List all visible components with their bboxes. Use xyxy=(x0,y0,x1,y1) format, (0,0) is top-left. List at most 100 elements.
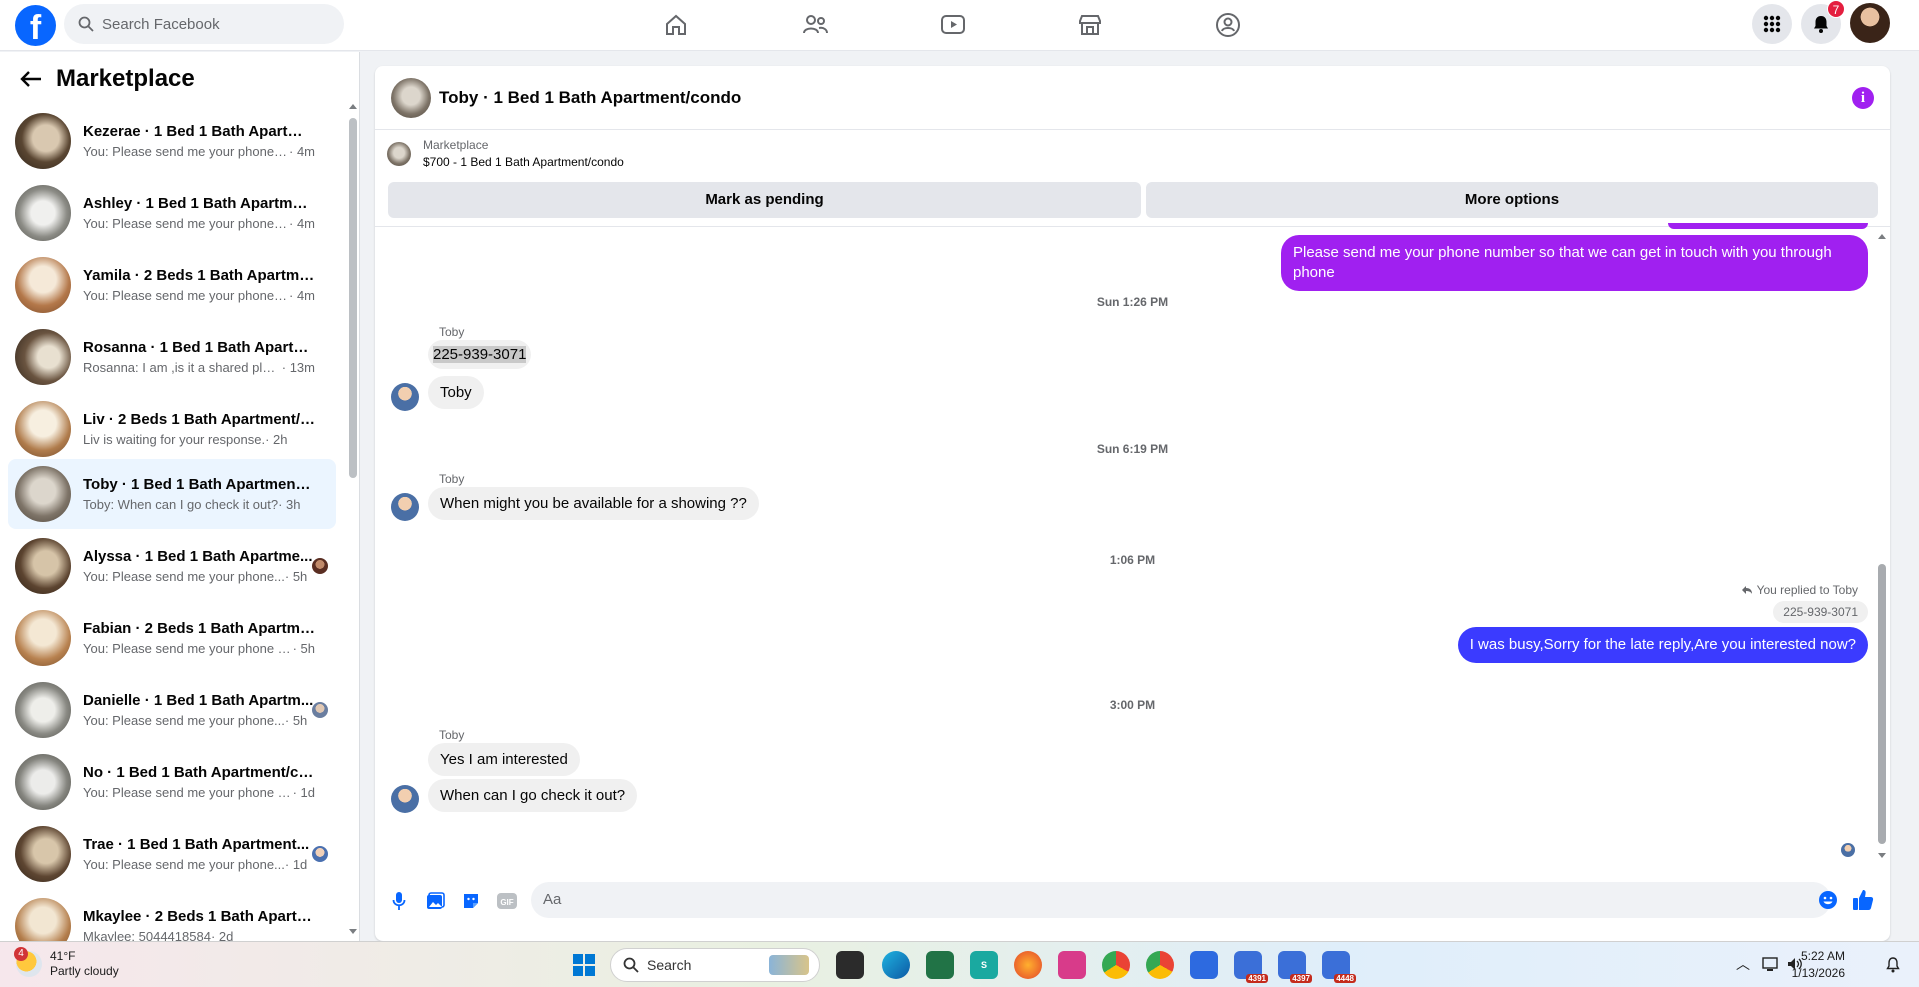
windows-taskbar: 4 41°F Partly cloudy Search S 4391 4397 … xyxy=(0,941,1919,987)
listing-thumbnail xyxy=(15,466,71,522)
seen-avatar xyxy=(312,702,328,718)
sidebar-scrollbar[interactable] xyxy=(349,118,357,478)
friends-icon[interactable] xyxy=(799,9,831,41)
message-bubble-incoming[interactable]: 225-939-3071 xyxy=(428,340,532,369)
message-bubble-incoming[interactable]: When can I go check it out? xyxy=(428,779,638,812)
tray-chevron-icon[interactable]: ︿ xyxy=(1736,954,1750,974)
highlighted-phone-number: 225-939-3071 xyxy=(433,346,527,363)
notifications-button[interactable]: 7 xyxy=(1801,0,1845,44)
like-thumb-icon[interactable] xyxy=(1850,887,1876,913)
facebook-logo[interactable]: f xyxy=(15,5,56,46)
conversation-item-active[interactable]: Toby · 1 Bed 1 Bath Apartment/c... Toby: … xyxy=(8,459,336,529)
emoji-icon[interactable] xyxy=(1817,889,1839,911)
message-bubble-incoming[interactable]: Yes I am interested xyxy=(428,743,580,776)
spreadsheet-app-icon[interactable] xyxy=(926,951,954,979)
seen-avatar xyxy=(312,846,328,862)
svg-text:GIF: GIF xyxy=(500,898,513,907)
video-icon[interactable] xyxy=(937,9,969,41)
conversation-snippet: Mkaylee: 5044418584 xyxy=(83,929,211,941)
app-counter-icon[interactable]: 4397 xyxy=(1278,951,1312,983)
weather-widget[interactable]: 4 41°F Partly cloudy xyxy=(14,947,119,979)
listing-thumbnail xyxy=(15,113,71,169)
chat-listing-thumbnail[interactable] xyxy=(391,77,431,118)
app-shield-icon[interactable] xyxy=(1190,951,1218,979)
gif-icon[interactable]: GIF xyxy=(496,890,518,912)
scroll-down-arrow-icon[interactable] xyxy=(348,928,358,936)
photo-icon[interactable] xyxy=(424,890,446,912)
quoted-message[interactable]: 225-939-3071 xyxy=(1773,601,1868,623)
message-bubble-incoming[interactable]: When might you be available for a showin… xyxy=(428,487,759,520)
conversation-item[interactable]: Mkaylee · 2 Beds 1 Bath Apartm... Mkaylee… xyxy=(8,891,336,941)
message-input[interactable]: Aa xyxy=(531,882,1831,918)
chrome-icon[interactable] xyxy=(1146,951,1174,979)
app-counter-icon[interactable]: 4391 xyxy=(1234,951,1268,983)
chat-scroll-up-icon[interactable] xyxy=(1877,232,1887,240)
chat-scrollbar[interactable] xyxy=(1878,564,1886,844)
sender-avatar[interactable] xyxy=(391,785,419,813)
app-counter-icon[interactable]: 4448 xyxy=(1322,951,1356,983)
home-icon[interactable] xyxy=(660,9,692,41)
notification-center-icon[interactable] xyxy=(1884,956,1902,974)
conversation-time: · 5h xyxy=(284,713,308,728)
sticker-icon[interactable] xyxy=(460,890,482,912)
message-bubble-incoming[interactable]: Toby xyxy=(428,376,484,409)
info-icon[interactable]: i xyxy=(1852,87,1874,109)
system-clock[interactable]: 5:22 AM 1/13/2026 xyxy=(1775,948,1845,982)
conversation-item[interactable]: Yamila · 2 Beds 1 Bath Apartmen... You: P… xyxy=(8,250,336,320)
chat-scroll-down-icon[interactable] xyxy=(1877,852,1887,860)
menu-grid-button[interactable] xyxy=(1752,4,1792,44)
windows-start-icon[interactable] xyxy=(570,951,598,979)
conversation-item[interactable]: Ashley · 1 Bed 1 Bath Apartment... You: P… xyxy=(8,178,336,248)
top-navigation-bar: f Search Facebook 7 xyxy=(0,0,1919,51)
message-bubble-outgoing[interactable]: I was busy,Sorry for the late reply,Are … xyxy=(1457,627,1868,663)
scroll-up-arrow-icon[interactable] xyxy=(348,102,358,110)
conversation-item[interactable]: Fabian · 2 Beds 1 Bath Apartmen... You: P… xyxy=(8,603,336,673)
weather-temperature: 41°F xyxy=(50,949,76,963)
search-highlight-image xyxy=(769,955,809,975)
groups-icon[interactable] xyxy=(1212,9,1244,41)
conversation-item[interactable]: Trae · 1 Bed 1 Bath Apartment... You: Ple… xyxy=(8,819,336,889)
sender-name: Toby xyxy=(439,472,465,486)
listing-thumbnail xyxy=(15,257,71,313)
app-count: 4391 xyxy=(1246,974,1268,983)
conversation-sidebar: Marketplace Kezerae · 1 Bed 1 Bath Apart… xyxy=(0,52,360,941)
conversation-item[interactable]: Kezerae · 1 Bed 1 Bath Apartmen... You: P… xyxy=(8,106,336,176)
conversation-name: Alyssa · 1 Bed 1 Bath Apartme... xyxy=(83,548,313,565)
profile-avatar[interactable] xyxy=(1850,3,1890,43)
chat-title[interactable]: Toby · 1 Bed 1 Bath Apartment/condo xyxy=(439,88,741,108)
app-s-icon[interactable]: S xyxy=(970,951,998,979)
sender-avatar[interactable] xyxy=(391,493,419,521)
listing-label: Marketplace xyxy=(423,138,489,152)
snipping-tool-icon[interactable] xyxy=(1058,951,1086,979)
conversation-item[interactable]: Liv · 2 Beds 1 Bath Apartment/c... Liv is… xyxy=(8,394,336,464)
search-input[interactable]: Search Facebook xyxy=(64,4,344,44)
listing-banner[interactable]: Marketplace $700 - 1 Bed 1 Bath Apartmen… xyxy=(387,138,624,169)
chrome-profile-icon[interactable] xyxy=(1102,951,1130,979)
conversation-name: Kezerae · 1 Bed 1 Bath Apartmen... xyxy=(83,123,315,140)
more-options-button[interactable]: More options xyxy=(1146,182,1878,218)
conversation-name: Fabian · 2 Beds 1 Bath Apartmen... xyxy=(83,620,315,637)
conversation-item[interactable]: No · 1 Bed 1 Bath Apartment/co... You: Pl… xyxy=(8,747,336,817)
marketplace-icon[interactable] xyxy=(1074,9,1106,41)
taskbar-search[interactable]: Search xyxy=(610,948,820,982)
weather-description: Partly cloudy xyxy=(50,964,119,978)
firefox-icon[interactable] xyxy=(1014,951,1042,979)
back-arrow-icon[interactable] xyxy=(20,70,42,88)
listing-thumbnail xyxy=(15,682,71,738)
microphone-icon[interactable] xyxy=(388,890,410,912)
sender-avatar[interactable] xyxy=(391,383,419,411)
weather-badge: 4 xyxy=(14,947,28,961)
conversation-name: Liv · 2 Beds 1 Bath Apartment/c... xyxy=(83,411,315,428)
conversation-item[interactable]: Rosanna · 1 Bed 1 Bath Apartme... Rosanna… xyxy=(8,322,336,392)
task-view-icon[interactable] xyxy=(836,951,864,979)
edge-browser-icon[interactable] xyxy=(882,951,910,979)
search-placeholder: Search Facebook xyxy=(102,15,220,33)
conversation-item[interactable]: Alyssa · 1 Bed 1 Bath Apartme... You: Ple… xyxy=(8,531,336,601)
conversation-item[interactable]: Danielle · 1 Bed 1 Bath Apartm... You: Pl… xyxy=(8,675,336,745)
conversation-name: Yamila · 2 Beds 1 Bath Apartmen... xyxy=(83,267,315,284)
app-count: 4448 xyxy=(1334,974,1356,983)
mark-as-pending-button[interactable]: Mark as pending xyxy=(388,182,1141,218)
conversation-name: Trae · 1 Bed 1 Bath Apartment... xyxy=(83,836,310,853)
listing-thumbnail xyxy=(15,329,71,385)
message-bubble-outgoing[interactable]: Please send me your phone number so that… xyxy=(1281,235,1868,291)
